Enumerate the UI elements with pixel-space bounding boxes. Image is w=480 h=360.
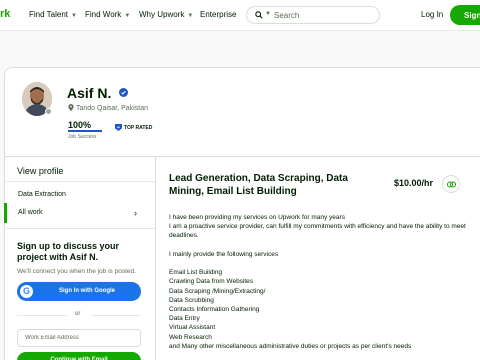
job-success-value: 100% (68, 120, 92, 130)
sidebar-item-data-extraction[interactable]: Data Extraction (18, 191, 66, 198)
upwork-logo[interactable]: rk (0, 8, 10, 20)
job-success-bar-fill (68, 130, 102, 132)
location-text: Tando Qaisar, Pakistan (76, 105, 148, 112)
or-divider-right (91, 315, 141, 316)
nav-why-upwork[interactable]: Why Upwork ▼ (139, 10, 193, 19)
top-rated-label: TOP RATED (124, 125, 153, 131)
description-line: I am a proactive service provider, can f… (169, 223, 466, 240)
chevron-down-icon: ▼ (124, 13, 131, 19)
sidebar-divider (4, 228, 155, 229)
continue-with-email-button[interactable]: Continue with Email (17, 352, 141, 360)
description-line: Crawling Data from Websites (169, 278, 254, 286)
or-divider-left (17, 315, 67, 316)
description-line: I mainly provide the following services (169, 250, 279, 258)
signup-button[interactable]: Sign (450, 5, 480, 25)
description-line: Data Scrubbing (169, 296, 214, 304)
freelancer-name: Asif N. (67, 85, 112, 101)
google-icon: G (20, 285, 33, 298)
description-line: Virtual Assistant (169, 324, 216, 332)
search-icon (255, 11, 263, 19)
chevron-down-icon: ▼ (71, 13, 77, 19)
verified-icon (119, 88, 128, 97)
chevron-right-icon[interactable]: › (134, 208, 137, 218)
profile-headline: Lead Generation, Data Scraping, Data Min… (169, 173, 348, 197)
nav-find-talent-label: Find Talent (29, 10, 68, 19)
sidebar-divider (4, 181, 155, 182)
copy-link-button[interactable] (442, 175, 460, 193)
nav-why-upwork-label: Why Upwork (139, 10, 185, 19)
nav-find-work-label: Find Work (85, 10, 122, 19)
signup-cta-subtitle: We'll connect you when the job is posted… (17, 268, 136, 275)
freelancer-location: Tando Qaisar, Pakistan (68, 104, 148, 112)
online-status-dot (45, 108, 52, 115)
description-line: I have been providing my services on Upw… (169, 214, 345, 221)
hourly-rate: $10.00/hr (394, 178, 434, 188)
description-line: and Many other miscellaneous administrat… (169, 342, 412, 350)
google-signin-button[interactable]: G Sign In with Google (17, 282, 141, 301)
description-line: Contacts Information Gathering (169, 306, 260, 313)
signup-cta-title: Sign up to discuss your project with Asi… (17, 241, 120, 262)
search-bar[interactable]: ▼ Search (246, 6, 380, 24)
description-line: Data Entry (169, 315, 200, 323)
top-navigation-bar: rk Find Talent ▼ Find Work ▼ Why Upwork ▼ E… (0, 0, 480, 31)
profile-page: { "header": { "logo": "rk", "nav": [ {"l… (0, 0, 480, 360)
search-input[interactable]: Search (274, 11, 299, 20)
top-rated-badge: TOP RATED (115, 124, 152, 131)
chevron-down-icon[interactable]: ▼ (265, 11, 271, 17)
profile-description: I have been providing my services on Upw… (169, 213, 469, 351)
google-signin-label: Sign In with Google (59, 288, 115, 294)
description-line: Web Research (169, 333, 212, 341)
card-divider (4, 156, 480, 157)
sidebar-item-all-work[interactable]: All work (18, 209, 43, 216)
or-text: or (75, 311, 81, 317)
view-profile-heading: View profile (17, 166, 64, 176)
chevron-down-icon: ▼ (187, 13, 194, 19)
location-pin-icon (68, 104, 74, 111)
description-line: Email List Building (169, 269, 223, 277)
nav-find-talent[interactable]: Find Talent ▼ (29, 10, 77, 19)
sidebar-active-indicator (4, 203, 7, 223)
work-email-input[interactable] (17, 329, 141, 347)
nav-enterprise-label: Enterprise (200, 10, 237, 19)
nav-find-work[interactable]: Find Work ▼ (85, 10, 130, 19)
login-link[interactable]: Log In (421, 10, 443, 19)
job-success-label: Job Success (68, 134, 97, 140)
column-divider (155, 156, 156, 360)
link-icon (447, 181, 456, 188)
top-rated-badge-icon (115, 124, 122, 131)
job-success-bar (68, 130, 102, 132)
description-line: Data Scraping /Mining/Extracting/ (169, 287, 266, 295)
nav-enterprise[interactable]: Enterprise (200, 10, 236, 19)
